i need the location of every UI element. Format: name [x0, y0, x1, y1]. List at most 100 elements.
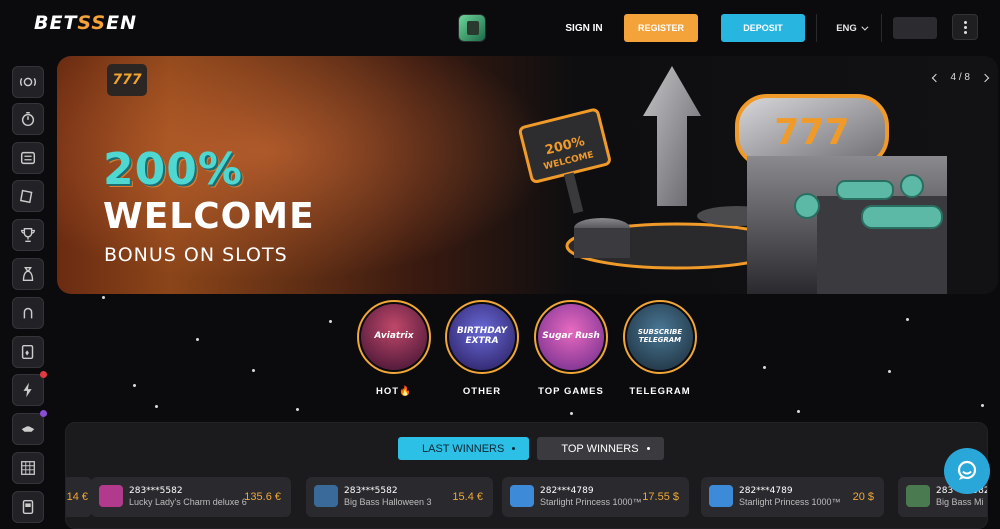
banner-page-indicator: 4 / 8	[950, 72, 970, 83]
category-label: TOP GAMES	[538, 386, 604, 397]
top-header: BETSSEN SIGN IN REGISTER DEPOSIT ENG	[0, 0, 1000, 56]
sidebar-item-lucky[interactable]	[12, 297, 44, 329]
logo-part-c: EN	[106, 12, 138, 34]
category-hot-thumbnail: Aviatrix	[357, 300, 431, 374]
winner-username: 283***5582	[129, 486, 183, 496]
promo-banner[interactable]: 777 200% WELCOME BONUS ON SLOTS 200% WEL…	[57, 56, 998, 294]
kebab-dot-icon	[963, 30, 967, 34]
logo-part-b: SS	[77, 12, 107, 34]
chat-bubble-icon	[957, 460, 977, 480]
game-thumbnail	[906, 485, 930, 507]
more-menu-button[interactable]	[952, 14, 978, 40]
deposit-button[interactable]: DEPOSIT	[721, 14, 805, 42]
header-divider	[881, 14, 882, 42]
chevron-left-icon[interactable]	[931, 73, 940, 82]
sidebar-item-slots[interactable]	[12, 142, 44, 174]
winner-game: Big Bass Halloween 3	[344, 497, 432, 507]
tab-top-winners[interactable]: TOP WINNERS	[537, 437, 664, 460]
tab-label: TOP WINNERS	[561, 442, 639, 455]
winner-card-partial[interactable]: 14 €	[66, 477, 92, 517]
sports-ball-icon	[20, 77, 36, 87]
winner-game: Lucky Lady's Charm deluxe 6	[129, 497, 247, 507]
winner-game: Big Bass Mi	[936, 497, 984, 507]
winners-list: 14 € 283***5582 Lucky Lady's Charm delux…	[66, 477, 987, 517]
game-thumbnail	[99, 485, 123, 507]
sidebar-item-sports[interactable]	[12, 66, 44, 98]
money-bag-icon	[22, 267, 34, 281]
tab-last-winners[interactable]: LAST WINNERS	[398, 437, 530, 460]
banner-777-badge: 777	[107, 64, 147, 96]
bull-icon	[21, 426, 35, 432]
horseshoe-icon	[23, 307, 33, 319]
site-logo[interactable]: BETSSEN	[34, 12, 137, 34]
sidebar-item-crash[interactable]	[12, 410, 47, 445]
category-top-games-thumbnail: Sugar Rush	[534, 300, 608, 374]
kebab-dot-icon	[963, 25, 967, 29]
game-thumbnail	[510, 485, 534, 507]
live-chat-button[interactable]	[944, 448, 990, 494]
banner-tagline: BONUS ON SLOTS	[104, 244, 288, 266]
sidebar-item-tournaments[interactable]	[12, 219, 44, 251]
game-thumbnail	[314, 485, 338, 507]
keno-grid-icon	[21, 461, 35, 475]
sidebar-item-keno[interactable]	[12, 452, 44, 484]
winner-card[interactable]: 282***4789 Starlight Princess 1000™ 20 $	[701, 477, 884, 517]
winner-card[interactable]: 283***5582 Lucky Lady's Charm deluxe 6 1…	[91, 477, 291, 517]
logo-part-a: BET	[34, 12, 78, 34]
dot-icon	[512, 447, 516, 450]
lightning-icon	[23, 382, 32, 398]
game-cabinet-icon	[22, 499, 34, 515]
tab-label: LAST WINNERS	[422, 442, 505, 455]
winner-game: Starlight Princess 1000™	[540, 497, 642, 507]
banner-subheadline: WELCOME	[103, 196, 315, 237]
banner-headline: 200%	[103, 144, 243, 195]
category-hot[interactable]: Aviatrix HOT🔥	[354, 300, 434, 397]
language-label: ENG	[836, 22, 857, 34]
winner-amount: 20 $	[852, 491, 874, 503]
slot-machine-artwork: 200% WELCOME 777	[518, 66, 947, 294]
sidebar-item-live[interactable]	[12, 103, 44, 135]
stopwatch-icon	[21, 111, 35, 127]
category-art-text: Sugar Rush	[538, 304, 604, 370]
sidebar-item-cards[interactable]	[12, 336, 44, 368]
sidebar-item-arcade[interactable]	[12, 491, 44, 523]
category-telegram-thumbnail: SUBSCRIBE TELEGRAM	[623, 300, 697, 374]
winner-card[interactable]: 282***4789 Starlight Princess 1000™ 17.5…	[502, 477, 689, 517]
category-shortcuts: Aviatrix HOT🔥 BIRTHDAY EXTRA OTHER Sugar…	[350, 300, 710, 400]
ticket-icon	[19, 189, 33, 204]
winner-amount: 15.4 €	[452, 491, 483, 503]
category-top-games[interactable]: Sugar Rush TOP GAMES	[531, 300, 611, 397]
slot-machine-icon	[20, 151, 36, 165]
category-other[interactable]: BIRTHDAY EXTRA OTHER	[442, 300, 522, 397]
chevron-right-icon[interactable]	[980, 73, 990, 82]
winner-card[interactable]: 283***5582 Big Bass Halloween 3 15.4 €	[306, 477, 493, 517]
category-label: OTHER	[462, 386, 502, 397]
winner-username: 282***4789	[540, 486, 594, 496]
winner-game: Starlight Princess 1000™	[739, 497, 841, 507]
category-telegram[interactable]: SUBSCRIBE TELEGRAM TELEGRAM	[620, 300, 700, 397]
chevron-down-icon	[861, 23, 869, 31]
winners-tabs: LAST WINNERS TOP WINNERS	[398, 437, 664, 460]
notification-dot	[40, 410, 47, 417]
trophy-icon	[21, 228, 35, 242]
sign-in-button[interactable]: SIGN IN	[557, 14, 611, 42]
winners-panel: LAST WINNERS TOP WINNERS 14 € 283***5582…	[65, 422, 988, 529]
account-placeholder[interactable]	[893, 17, 937, 39]
language-selector[interactable]: ENG	[828, 14, 874, 42]
sidebar-item-betslip[interactable]	[12, 180, 44, 212]
winner-amount: 17.55 $	[642, 491, 679, 503]
category-other-thumbnail: BIRTHDAY EXTRA	[445, 300, 519, 374]
category-art-text: SUBSCRIBE TELEGRAM	[627, 304, 693, 370]
sidebar-item-bonuses[interactable]	[12, 258, 44, 290]
category-label: TELEGRAM	[629, 386, 691, 397]
category-art-text: Aviatrix	[361, 304, 427, 370]
register-button[interactable]: REGISTER	[624, 14, 698, 42]
dot-icon	[646, 447, 650, 450]
sidebar-item-fast-games[interactable]	[12, 371, 47, 406]
cards-icon	[21, 344, 34, 360]
svg-text:777: 777	[774, 112, 849, 153]
notification-dot	[40, 371, 47, 378]
winner-amount: 135.6 €	[244, 491, 281, 503]
header-divider	[816, 14, 817, 42]
promo-gift-icon[interactable]	[458, 14, 486, 42]
